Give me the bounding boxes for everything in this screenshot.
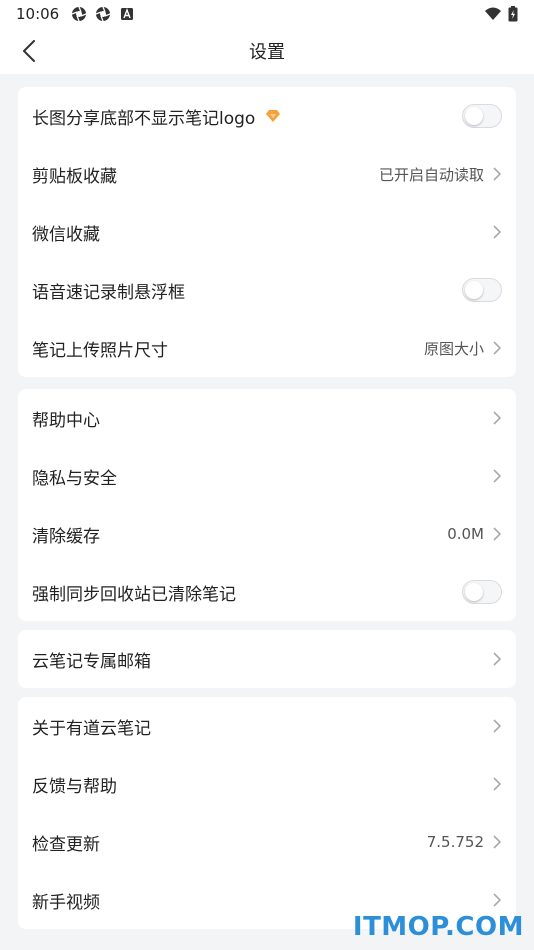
setting-label: 语音速记录制悬浮框 [32,282,185,303]
toggle-switch[interactable] [462,104,502,128]
aperture-icon [95,6,111,22]
setting-label: 长图分享底部不显示笔记logo [32,108,256,129]
toggle-switch[interactable] [462,580,502,604]
setting-label: 关于有道云笔记 [32,718,151,739]
chevron-right-icon [493,411,502,425]
status-time: 10:06 [16,5,60,23]
setting-row-email[interactable]: 云笔记专属邮箱 [18,630,516,688]
setting-label: 帮助中心 [32,410,100,431]
settings-group-3: 云笔记专属邮箱 [18,630,516,688]
setting-value: 0.0M [447,525,484,543]
setting-label: 剪贴板收藏 [32,166,117,187]
setting-row-voice-float: 语音速记录制悬浮框 [18,261,516,319]
setting-row-share-logo: 长图分享底部不显示笔记logo [18,87,516,145]
chevron-right-icon [493,893,502,907]
setting-row-feedback[interactable]: 反馈与帮助 [18,755,516,813]
setting-label: 隐私与安全 [32,468,117,489]
watermark: ITMOP.COM [352,912,524,942]
app-bar: 设置 [0,28,534,74]
chevron-right-icon [493,835,502,849]
setting-row-wechat[interactable]: 微信收藏 [18,203,516,261]
setting-row-clear-cache[interactable]: 清除缓存 0.0M [18,505,516,563]
chevron-right-icon [493,777,502,791]
chevron-right-icon [493,225,502,239]
page-title: 设置 [249,42,285,63]
a-box-icon [121,8,134,20]
chevron-left-icon [23,40,35,62]
setting-value: 7.5.752 [426,833,484,851]
setting-label: 笔记上传照片尺寸 [32,340,168,361]
setting-label: 新手视频 [32,892,100,913]
setting-row-clipboard[interactable]: 剪贴板收藏 已开启自动读取 [18,145,516,203]
setting-row-check-update[interactable]: 检查更新 7.5.752 [18,813,516,871]
back-button[interactable] [16,38,42,64]
status-bar: 10:06 [0,0,534,28]
toggle-switch[interactable] [462,278,502,302]
setting-label: 检查更新 [32,834,100,855]
setting-row-help-center[interactable]: 帮助中心 [18,389,516,447]
vip-diamond-icon [266,110,281,122]
setting-label: 云笔记专属邮箱 [32,651,151,672]
setting-label: 清除缓存 [32,526,100,547]
settings-group-1: 长图分享底部不显示笔记logo 剪贴板收藏 已开启自动读取 微信收藏 语音速记录… [18,87,516,377]
wifi-icon [485,7,501,20]
chevron-right-icon [493,719,502,733]
setting-row-privacy[interactable]: 隐私与安全 [18,447,516,505]
settings-group-2: 帮助中心 隐私与安全 清除缓存 0.0M 强制同步回收站已清除笔记 [18,389,516,621]
setting-value: 已开启自动读取 [378,165,484,184]
setting-value: 原图大小 [423,339,484,358]
chevron-right-icon [493,527,502,541]
chevron-right-icon [493,167,502,181]
setting-row-about[interactable]: 关于有道云笔记 [18,697,516,755]
chevron-right-icon [493,652,502,666]
setting-label: 反馈与帮助 [32,776,117,797]
setting-row-force-sync: 强制同步回收站已清除笔记 [18,563,516,621]
setting-label: 强制同步回收站已清除笔记 [32,584,236,605]
aperture-icon [71,6,87,22]
chevron-right-icon [493,341,502,355]
setting-row-photo-size[interactable]: 笔记上传照片尺寸 原图大小 [18,319,516,377]
settings-group-4: 关于有道云笔记 反馈与帮助 检查更新 7.5.752 新手视频 [18,697,516,929]
setting-label: 微信收藏 [32,224,100,245]
chevron-right-icon [493,469,502,483]
battery-icon [508,6,518,22]
